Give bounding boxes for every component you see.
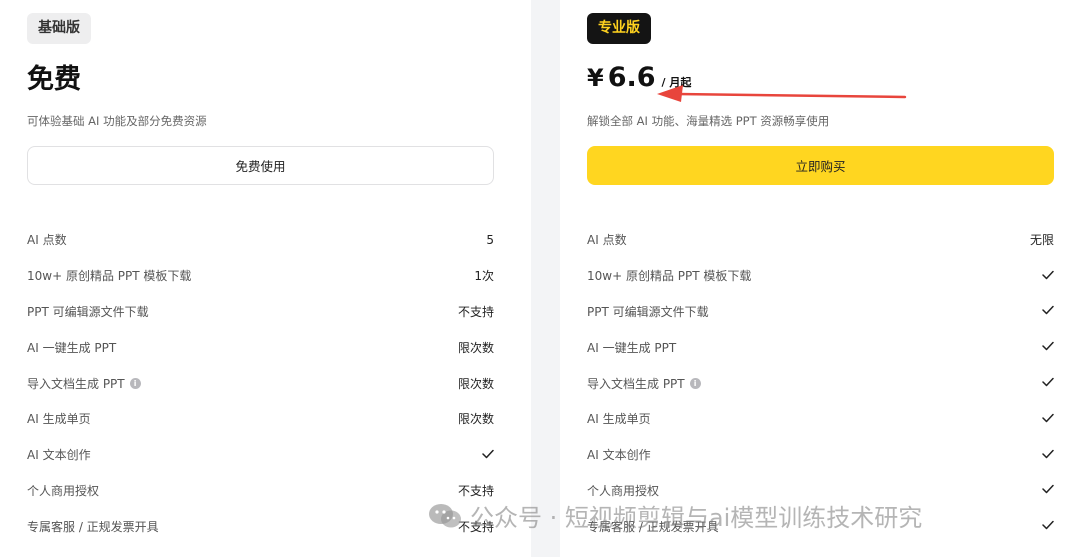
check-icon bbox=[1042, 269, 1054, 283]
check-icon bbox=[1042, 483, 1054, 497]
feature-row: 专属客服 / 正规发票开具 不支持 bbox=[27, 508, 494, 544]
buy-now-button[interactable]: 立即购买 bbox=[587, 146, 1054, 185]
feature-row: 10w+ 原创精品 PPT 模板下载 1次 bbox=[27, 258, 494, 294]
price-currency: ¥ bbox=[587, 64, 604, 92]
check-icon bbox=[1042, 304, 1054, 318]
plan-description: 可体验基础 AI 功能及部分免费资源 bbox=[27, 114, 207, 128]
feature-name-text: AI 生成单页 bbox=[587, 412, 651, 427]
feature-row: 导入文档生成 PPT i bbox=[587, 365, 1054, 401]
feature-value: 不支持 bbox=[457, 483, 494, 498]
feature-row: AI 文本创作 bbox=[27, 437, 494, 473]
feature-name-text: 个人商用授权 bbox=[587, 483, 660, 498]
feature-row: 10w+ 原创精品 PPT 模板下载 bbox=[587, 258, 1054, 294]
feature-name-text: AI 一键生成 PPT bbox=[27, 340, 117, 355]
plan-description: 解锁全部 AI 功能、海量精选 PPT 资源畅享使用 bbox=[587, 114, 830, 128]
feature-name: 导入文档生成 PPT i bbox=[587, 375, 701, 392]
feature-list: AI 点数 无限 10w+ 原创精品 PPT 模板下载 PPT 可编辑源文件下载 AI … bbox=[587, 222, 1054, 544]
feature-name: PPT 可编辑源文件下载 bbox=[587, 303, 709, 320]
feature-row: AI 一键生成 PPT 限次数 bbox=[27, 329, 494, 365]
feature-value: 5 bbox=[486, 232, 494, 247]
check-icon bbox=[1042, 412, 1054, 426]
check-icon bbox=[1042, 340, 1054, 354]
feature-name-text: PPT 可编辑源文件下载 bbox=[587, 304, 709, 319]
check-icon bbox=[482, 448, 494, 462]
plan-card-free: 基础版 免费 可体验基础 AI 功能及部分免费资源 免费使用 AI 点数 5 10w… bbox=[0, 0, 531, 557]
feature-name-text: AI 点数 bbox=[587, 233, 627, 248]
check-icon bbox=[1042, 448, 1054, 462]
free-use-button[interactable]: 免费使用 bbox=[27, 146, 494, 185]
feature-row: PPT 可编辑源文件下载 不支持 bbox=[27, 294, 494, 330]
feature-name-text: 10w+ 原创精品 PPT 模板下载 bbox=[27, 269, 192, 284]
feature-name: 10w+ 原创精品 PPT 模板下载 bbox=[27, 267, 191, 284]
feature-value: 限次数 bbox=[457, 376, 494, 391]
feature-name: AI 文本创作 bbox=[27, 446, 91, 463]
plan-badge-pro: 专业版 bbox=[587, 13, 651, 44]
feature-name-text: AI 一键生成 PPT bbox=[587, 340, 677, 355]
feature-name: AI 点数 bbox=[587, 231, 627, 248]
feature-name-text: 导入文档生成 PPT bbox=[27, 376, 125, 391]
feature-value: 无限 bbox=[1029, 233, 1054, 248]
feature-value: 不支持 bbox=[457, 304, 494, 319]
feature-row: AI 点数 5 bbox=[27, 222, 494, 258]
feature-name: AI 一键生成 PPT bbox=[587, 339, 676, 356]
check-icon bbox=[1042, 519, 1054, 533]
feature-name: PPT 可编辑源文件下载 bbox=[27, 303, 149, 320]
feature-value: 限次数 bbox=[457, 412, 494, 427]
feature-name-text: PPT 可编辑源文件下载 bbox=[27, 304, 149, 319]
feature-name-text: 导入文档生成 PPT bbox=[587, 376, 685, 391]
feature-row: 个人商用授权 不支持 bbox=[27, 473, 494, 509]
price-row: 免费 bbox=[27, 62, 505, 98]
feature-name: AI 生成单页 bbox=[587, 410, 651, 427]
feature-name: 专属客服 / 正规发票开具 bbox=[27, 518, 159, 535]
feature-row: AI 生成单页 bbox=[587, 401, 1054, 437]
feature-row: AI 一键生成 PPT bbox=[587, 329, 1054, 365]
price-value: 6.6 bbox=[607, 62, 656, 93]
feature-name-text: 专属客服 / 正规发票开具 bbox=[27, 519, 159, 534]
feature-value: 1次 bbox=[474, 269, 494, 284]
watermark: 公众号 · 短视频剪辑与ai模型训练技术研究 bbox=[428, 498, 922, 533]
info-icon[interactable]: i bbox=[689, 377, 701, 389]
feature-list: AI 点数 5 10w+ 原创精品 PPT 模板下载 1次 PPT 可编辑源文件下载 不支… bbox=[27, 222, 494, 544]
wechat-icon bbox=[429, 503, 461, 527]
feature-row: 导入文档生成 PPT i 限次数 bbox=[27, 365, 494, 401]
feature-name: AI 生成单页 bbox=[27, 410, 91, 427]
feature-name: 个人商用授权 bbox=[587, 482, 659, 499]
feature-name: AI 文本创作 bbox=[587, 446, 651, 463]
watermark-text: 公众号 · 短视频剪辑与ai模型训练技术研究 bbox=[470, 504, 923, 532]
feature-name: AI 一键生成 PPT bbox=[27, 339, 116, 356]
feature-name-text: AI 点数 bbox=[27, 233, 67, 248]
feature-name-text: 个人商用授权 bbox=[27, 483, 100, 498]
annotation-arrow-icon bbox=[657, 85, 907, 102]
feature-name-text: AI 文本创作 bbox=[587, 448, 651, 463]
feature-row: AI 生成单页 限次数 bbox=[27, 401, 494, 437]
plan-badge-basic: 基础版 bbox=[27, 13, 91, 44]
check-icon bbox=[1042, 376, 1054, 390]
feature-name-text: AI 生成单页 bbox=[27, 412, 91, 427]
feature-name-text: 10w+ 原创精品 PPT 模板下载 bbox=[587, 269, 752, 284]
price-free: 免费 bbox=[27, 64, 81, 95]
feature-row: AI 点数 无限 bbox=[587, 222, 1054, 258]
feature-name: AI 点数 bbox=[27, 231, 67, 248]
feature-name: 10w+ 原创精品 PPT 模板下载 bbox=[587, 267, 751, 284]
info-icon[interactable]: i bbox=[129, 377, 141, 389]
feature-name: 个人商用授权 bbox=[27, 482, 99, 499]
feature-name: 导入文档生成 PPT i bbox=[27, 375, 141, 392]
feature-row: PPT 可编辑源文件下载 bbox=[587, 294, 1054, 330]
feature-name-text: AI 文本创作 bbox=[27, 448, 91, 463]
feature-row: AI 文本创作 bbox=[587, 437, 1054, 473]
feature-value: 限次数 bbox=[457, 340, 494, 355]
